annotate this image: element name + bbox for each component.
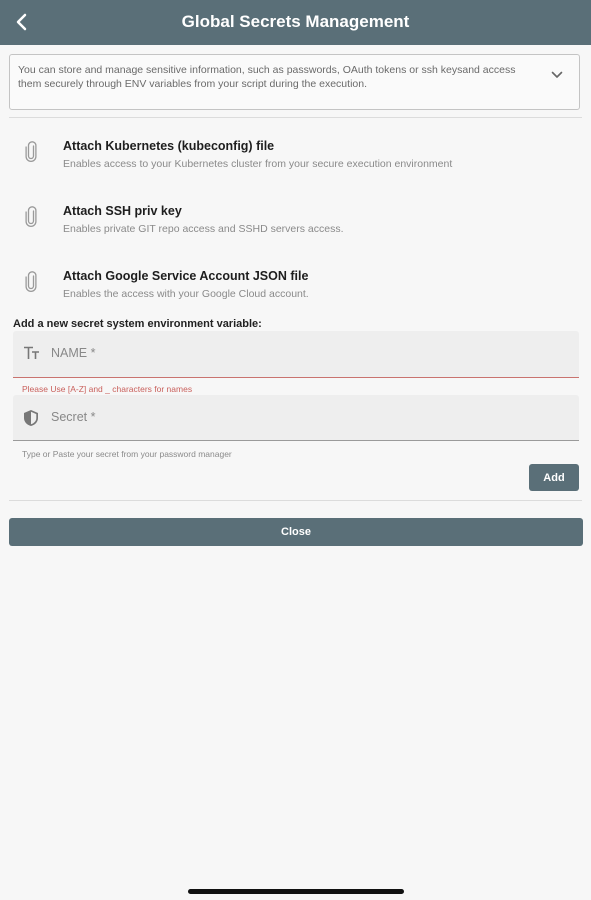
add-button[interactable]: Add <box>529 464 579 491</box>
home-indicator[interactable] <box>188 889 404 894</box>
attach-title: Attach SSH priv key <box>63 204 182 218</box>
attach-google-sa-button[interactable]: Attach Google Service Account JSON file … <box>0 269 591 315</box>
secret-placeholder: Secret * <box>51 410 96 424</box>
chevron-down-icon[interactable] <box>551 71 563 79</box>
info-panel[interactable]: You can store and manage sensitive infor… <box>9 54 580 110</box>
name-error-text: Please Use [A-Z] and _ characters for na… <box>22 384 193 394</box>
attach-ssh-key-button[interactable]: Attach SSH priv key Enables private GIT … <box>0 204 591 250</box>
page-title: Global Secrets Management <box>181 12 410 31</box>
paperclip-icon <box>25 206 37 227</box>
attach-subtitle: Enables private GIT repo access and SSHD… <box>63 223 344 235</box>
attach-subtitle: Enables the access with your Google Clou… <box>63 288 309 300</box>
divider <box>9 117 582 118</box>
section-label: Add a new secret system environment vari… <box>13 318 262 330</box>
name-field[interactable]: NAME * <box>13 331 579 378</box>
secret-helper-text: Type or Paste your secret from your pass… <box>22 449 232 459</box>
info-text: You can store and manage sensitive infor… <box>18 64 516 90</box>
name-placeholder: NAME * <box>51 346 96 360</box>
text-format-icon <box>24 346 39 359</box>
paperclip-icon <box>25 271 37 292</box>
shield-icon <box>24 410 38 426</box>
attach-title: Attach Kubernetes (kubeconfig) file <box>63 139 275 153</box>
attach-subtitle: Enables access to your Kubernetes cluste… <box>63 158 453 170</box>
secret-field[interactable]: Secret * <box>13 395 579 441</box>
attach-kubeconfig-button[interactable]: Attach Kubernetes (kubeconfig) file Enab… <box>0 139 591 185</box>
paperclip-icon <box>25 141 37 162</box>
app-bar: Global Secrets Management <box>0 0 591 45</box>
attach-title: Attach Google Service Account JSON file <box>63 269 309 283</box>
close-button[interactable]: Close <box>9 518 583 546</box>
divider <box>9 500 582 501</box>
